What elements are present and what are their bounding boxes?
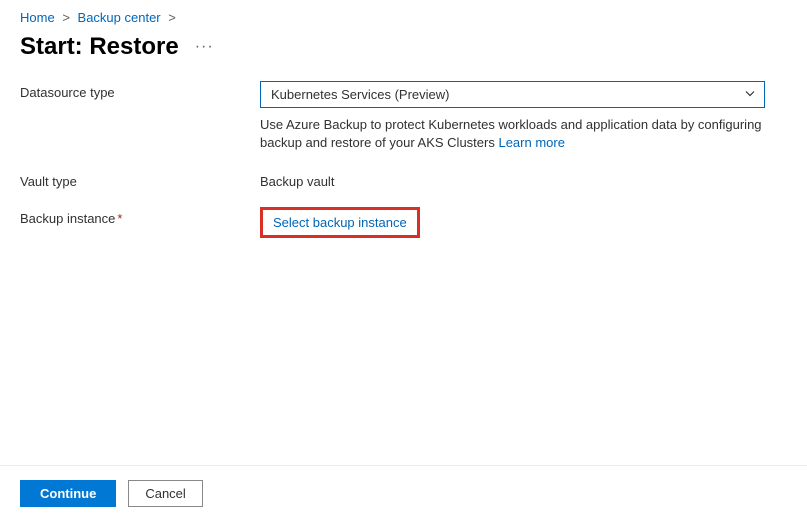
datasource-type-label: Datasource type: [20, 81, 260, 100]
form-area: Datasource type Kubernetes Services (Pre…: [0, 81, 807, 238]
datasource-type-select[interactable]: Kubernetes Services (Preview): [260, 81, 765, 108]
datasource-type-row: Datasource type Kubernetes Services (Pre…: [20, 81, 787, 152]
page-title-row: Start: Restore ···: [0, 29, 807, 81]
select-backup-instance-highlight: Select backup instance: [260, 207, 420, 238]
chevron-down-icon: [744, 87, 756, 102]
continue-button[interactable]: Continue: [20, 480, 116, 507]
select-backup-instance-link[interactable]: Select backup instance: [273, 215, 407, 230]
backup-instance-label-text: Backup instance: [20, 211, 115, 226]
footer: Continue Cancel: [0, 465, 807, 521]
backup-instance-row: Backup instance* Select backup instance: [20, 207, 787, 238]
breadcrumb-separator: >: [168, 10, 176, 25]
breadcrumb: Home > Backup center >: [0, 0, 807, 29]
vault-type-row: Vault type Backup vault: [20, 170, 787, 189]
more-icon[interactable]: ···: [195, 38, 214, 56]
backup-instance-label: Backup instance*: [20, 207, 260, 226]
required-marker: *: [117, 211, 122, 226]
datasource-help-text: Use Azure Backup to protect Kubernetes w…: [260, 116, 765, 152]
breadcrumb-backup-center[interactable]: Backup center: [78, 10, 161, 25]
vault-type-label: Vault type: [20, 170, 260, 189]
breadcrumb-home[interactable]: Home: [20, 10, 55, 25]
datasource-type-selected: Kubernetes Services (Preview): [271, 87, 449, 102]
breadcrumb-separator: >: [62, 10, 70, 25]
learn-more-link[interactable]: Learn more: [498, 135, 564, 150]
backup-instance-value: Select backup instance: [260, 207, 787, 238]
vault-type-value: Backup vault: [260, 170, 787, 189]
datasource-type-value: Kubernetes Services (Preview) Use Azure …: [260, 81, 787, 152]
cancel-button[interactable]: Cancel: [128, 480, 202, 507]
page-title: Start: Restore: [20, 33, 179, 61]
